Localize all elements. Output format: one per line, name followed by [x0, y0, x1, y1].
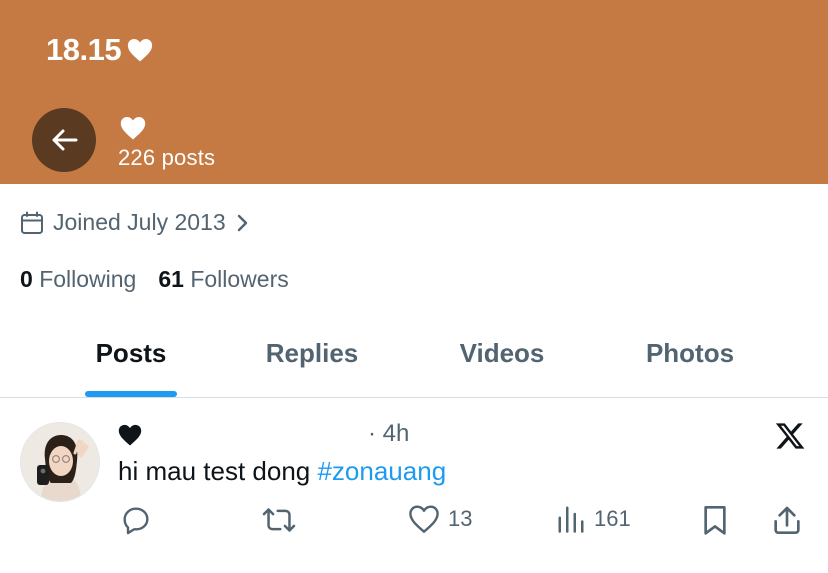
bookmark-icon	[704, 506, 726, 535]
analytics-icon	[558, 506, 584, 533]
post-body: hi mau test dong	[118, 456, 318, 486]
status-time-text: 18.15	[46, 32, 122, 67]
tab-posts[interactable]: Posts	[96, 338, 167, 369]
avatar-image	[21, 423, 99, 501]
joined-date-text: Joined July 2013	[53, 209, 226, 235]
joined-date-link[interactable]: Joined July 2013	[20, 209, 249, 236]
profile-tabs: Posts Replies Videos Photos	[0, 330, 828, 398]
back-button[interactable]	[32, 108, 96, 172]
like-button[interactable]: 13	[408, 504, 472, 534]
follow-stats: 0 Following 61 Followers	[20, 266, 289, 293]
heart-icon	[120, 116, 146, 140]
heart-icon	[127, 39, 153, 62]
following-count: 0	[20, 266, 33, 292]
posts-count: 226 posts	[118, 145, 216, 170]
tab-videos[interactable]: Videos	[460, 338, 545, 369]
active-tab-indicator	[85, 391, 177, 397]
status-bar-time: 18.15	[46, 32, 153, 68]
bookmark-button[interactable]	[700, 504, 730, 536]
calendar-icon	[21, 211, 43, 234]
arrow-left-icon	[52, 129, 78, 151]
heart-outline-icon	[409, 505, 439, 533]
post-item[interactable]: · 4h hi mau test dong #zonauang 13 161	[0, 398, 828, 573]
tab-replies[interactable]: Replies	[266, 338, 359, 369]
followers-count: 61	[158, 266, 184, 292]
like-count: 13	[448, 506, 473, 531]
x-logo-icon	[775, 423, 805, 449]
following-label: Following	[39, 266, 137, 292]
post-timestamp[interactable]: · 4h	[368, 420, 409, 448]
chevron-right-icon	[237, 214, 247, 231]
avatar[interactable]	[20, 422, 100, 502]
followers-link[interactable]: 61 Followers	[158, 266, 288, 293]
share-icon	[774, 506, 800, 534]
tab-photos[interactable]: Photos	[646, 338, 734, 369]
heart-icon	[118, 424, 142, 446]
post-text: hi mau test dong #zonauang	[118, 456, 446, 487]
profile-header-banner: 18.15 226 posts	[0, 0, 828, 184]
views-button[interactable]: 161	[556, 504, 631, 534]
hashtag-link[interactable]: #zonauang	[317, 456, 446, 486]
repost-icon	[262, 508, 296, 532]
repost-button[interactable]	[262, 504, 296, 536]
view-count: 161	[594, 506, 631, 531]
following-link[interactable]: 0 Following	[20, 266, 136, 293]
reply-icon	[123, 507, 149, 535]
followers-label: Followers	[190, 266, 289, 292]
reply-button[interactable]	[120, 504, 152, 536]
share-button[interactable]	[772, 504, 802, 536]
